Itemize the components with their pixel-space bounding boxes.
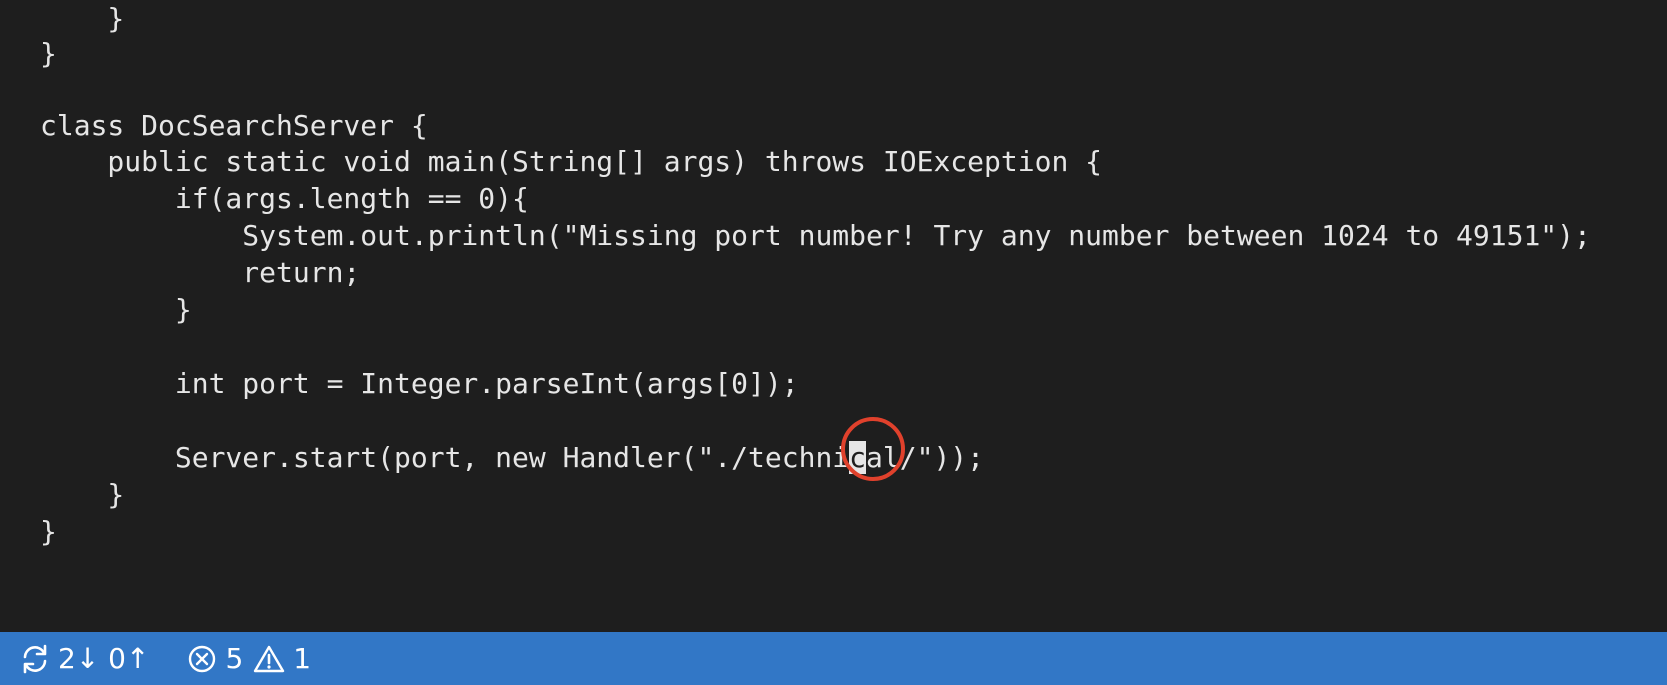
error-circle-icon <box>187 644 217 674</box>
code-line[interactable]: public static void main(String[] args) t… <box>40 143 1102 180</box>
code-line[interactable]: System.out.println("Missing port number!… <box>40 217 1591 254</box>
problems-button[interactable]: 5 1 <box>187 632 311 685</box>
code-text-after-cursor: al/")); <box>866 441 985 474</box>
code-line-with-cursor[interactable]: Server.start(port, new Handler("./techni… <box>40 439 984 476</box>
status-bar: 2↓ 0↑ 5 1 <box>0 632 1667 685</box>
sync-counts: 2↓ 0↑ <box>58 642 150 675</box>
sync-icon <box>18 642 52 676</box>
sync-status-button[interactable]: 2↓ 0↑ <box>18 632 149 685</box>
code-line[interactable]: if(args.length == 0){ <box>40 180 529 217</box>
error-count: 5 <box>225 642 244 675</box>
text-cursor: c <box>849 441 867 474</box>
code-line[interactable]: class DocSearchServer { <box>40 107 428 144</box>
warning-count: 1 <box>293 642 312 675</box>
code-line[interactable]: return; <box>40 254 360 291</box>
code-line[interactable]: } <box>40 35 57 72</box>
warning-triangle-icon <box>253 644 285 674</box>
code-editor[interactable]: } } class DocSearchServer { public stati… <box>0 0 1667 632</box>
code-line[interactable]: } <box>40 513 57 550</box>
code-line[interactable]: } <box>40 476 124 513</box>
code-line[interactable]: } <box>40 291 192 328</box>
code-line[interactable]: } <box>40 0 124 37</box>
code-line[interactable]: int port = Integer.parseInt(args[0]); <box>40 365 799 402</box>
code-text-before-cursor: Server.start(port, new Handler("./techni <box>40 441 850 474</box>
